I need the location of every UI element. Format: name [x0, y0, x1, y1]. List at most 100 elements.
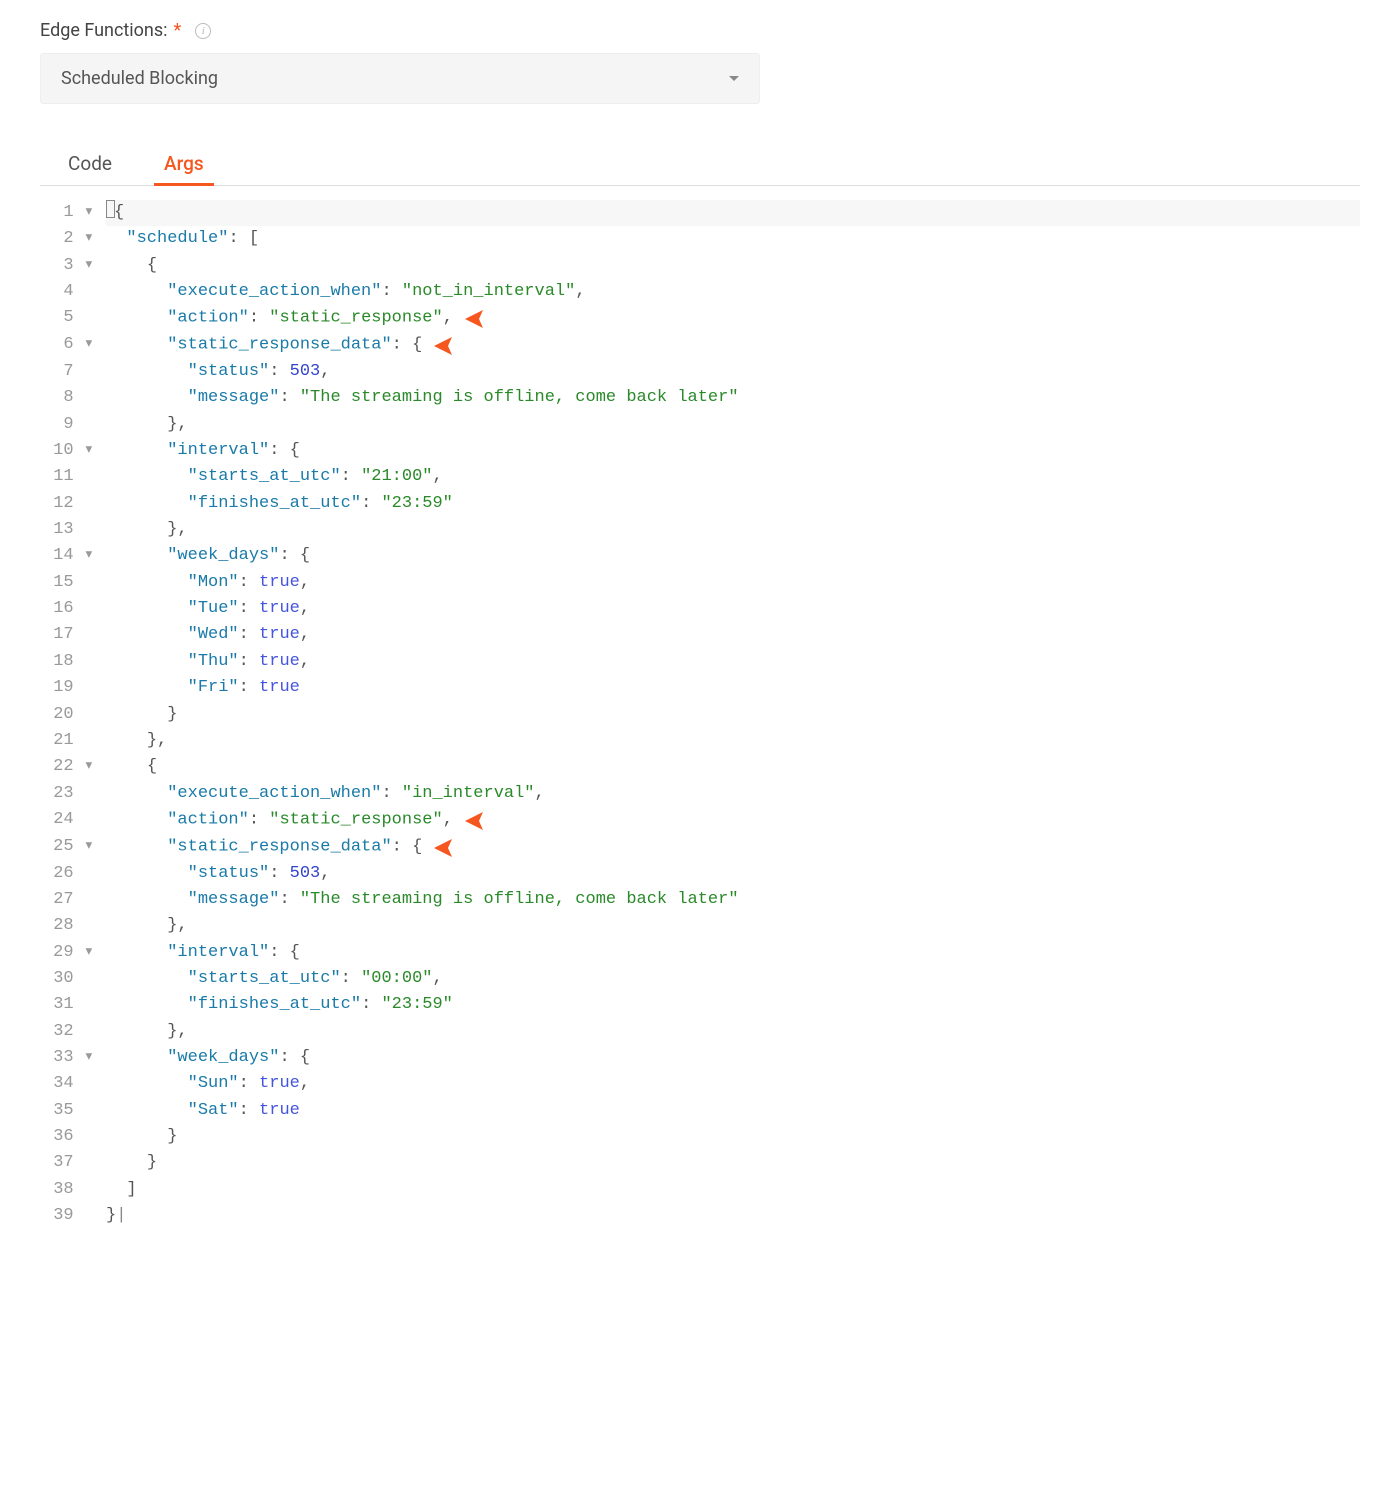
line-number: 10 ▾ — [40, 438, 106, 464]
code-content[interactable]: "finishes_at_utc": "23:59" — [106, 992, 1360, 1018]
code-content[interactable]: } — [106, 1150, 1360, 1176]
editor-line[interactable]: 25 ▾ "static_response_data": { — [40, 834, 1360, 861]
editor-line[interactable]: 16 "Tue": true, — [40, 596, 1360, 622]
code-content[interactable]: }, — [106, 517, 1360, 543]
code-content[interactable]: "execute_action_when": "not_in_interval"… — [106, 279, 1360, 305]
editor-line[interactable]: 17 "Wed": true, — [40, 622, 1360, 648]
line-number: 5 — [40, 305, 106, 331]
editor-line[interactable]: 14 ▾ "week_days": { — [40, 543, 1360, 569]
line-number: 12 — [40, 491, 106, 517]
line-number: 6 ▾ — [40, 332, 106, 358]
code-content[interactable]: { — [106, 754, 1360, 780]
editor-line[interactable]: 13 }, — [40, 517, 1360, 543]
editor-line[interactable]: 11 "starts_at_utc": "21:00", — [40, 464, 1360, 490]
code-content[interactable]: "message": "The streaming is offline, co… — [106, 887, 1360, 913]
code-content[interactable]: "message": "The streaming is offline, co… — [106, 385, 1360, 411]
code-content[interactable]: "action": "static_response", — [106, 807, 1360, 834]
code-content[interactable]: "starts_at_utc": "21:00", — [106, 464, 1360, 490]
editor-line[interactable]: 10 ▾ "interval": { — [40, 438, 1360, 464]
code-content[interactable]: "execute_action_when": "in_interval", — [106, 781, 1360, 807]
editor-line[interactable]: 18 "Thu": true, — [40, 649, 1360, 675]
editor-line[interactable]: 15 "Mon": true, — [40, 570, 1360, 596]
tab-args[interactable]: Args — [154, 144, 214, 185]
editor-line[interactable]: 29 ▾ "interval": { — [40, 940, 1360, 966]
editor-line[interactable]: 31 "finishes_at_utc": "23:59" — [40, 992, 1360, 1018]
editor-line[interactable]: 1 ▾{ — [40, 200, 1360, 226]
editor-line[interactable]: 33 ▾ "week_days": { — [40, 1045, 1360, 1071]
annotation-arrow-icon — [426, 836, 546, 860]
code-content[interactable]: "starts_at_utc": "00:00", — [106, 966, 1360, 992]
code-content[interactable]: ] — [106, 1177, 1360, 1203]
editor-line[interactable]: 22 ▾ { — [40, 754, 1360, 780]
line-number: 30 — [40, 966, 106, 992]
code-content[interactable]: "Sat": true — [106, 1098, 1360, 1124]
code-content[interactable]: "status": 503, — [106, 359, 1360, 385]
code-content[interactable]: "static_response_data": { — [106, 834, 1360, 861]
code-content[interactable]: }, — [106, 1019, 1360, 1045]
editor-line[interactable]: 28 }, — [40, 913, 1360, 939]
editor-line[interactable]: 24 "action": "static_response", — [40, 807, 1360, 834]
editor-line[interactable]: 20 } — [40, 702, 1360, 728]
code-content[interactable]: "interval": { — [106, 438, 1360, 464]
editor-line[interactable]: 38 ] — [40, 1177, 1360, 1203]
chevron-down-icon — [729, 76, 739, 81]
line-number: 15 — [40, 570, 106, 596]
code-editor[interactable]: 1 ▾{2 ▾ "schedule": [3 ▾ {4 "execute_act… — [40, 200, 1360, 1229]
code-content[interactable]: }, — [106, 412, 1360, 438]
code-content[interactable]: "week_days": { — [106, 543, 1360, 569]
code-content[interactable]: "interval": { — [106, 940, 1360, 966]
editor-line[interactable]: 37 } — [40, 1150, 1360, 1176]
editor-line[interactable]: 19 "Fri": true — [40, 675, 1360, 701]
editor-line[interactable]: 32 }, — [40, 1019, 1360, 1045]
code-content[interactable]: { — [106, 253, 1360, 279]
code-content[interactable]: "Mon": true, — [106, 570, 1360, 596]
editor-line[interactable]: 30 "starts_at_utc": "00:00", — [40, 966, 1360, 992]
code-content[interactable]: }, — [106, 913, 1360, 939]
editor-line[interactable]: 3 ▾ { — [40, 253, 1360, 279]
field-label: Edge Functions: — [40, 20, 168, 41]
code-content[interactable]: "action": "static_response", — [106, 305, 1360, 332]
code-content[interactable]: "Tue": true, — [106, 596, 1360, 622]
code-content[interactable]: "Sun": true, — [106, 1071, 1360, 1097]
editor-line[interactable]: 34 "Sun": true, — [40, 1071, 1360, 1097]
code-content[interactable]: "schedule": [ — [106, 226, 1360, 252]
code-content[interactable]: "Fri": true — [106, 675, 1360, 701]
editor-line[interactable]: 12 "finishes_at_utc": "23:59" — [40, 491, 1360, 517]
code-content[interactable]: }, — [106, 728, 1360, 754]
editor-line[interactable]: 21 }, — [40, 728, 1360, 754]
code-content[interactable]: { — [106, 200, 1360, 226]
info-icon[interactable]: i — [195, 23, 211, 39]
tab-code[interactable]: Code — [58, 144, 122, 185]
editor-line[interactable]: 9 }, — [40, 412, 1360, 438]
editor-line[interactable]: 2 ▾ "schedule": [ — [40, 226, 1360, 252]
tabs: Code Args — [40, 144, 1360, 186]
editor-line[interactable]: 27 "message": "The streaming is offline,… — [40, 887, 1360, 913]
required-indicator: * — [174, 20, 182, 41]
code-content[interactable]: "week_days": { — [106, 1045, 1360, 1071]
editor-line[interactable]: 5 "action": "static_response", — [40, 305, 1360, 332]
code-content[interactable]: } — [106, 702, 1360, 728]
code-content[interactable]: "finishes_at_utc": "23:59" — [106, 491, 1360, 517]
line-number: 29 ▾ — [40, 940, 106, 966]
editor-line[interactable]: 23 "execute_action_when": "in_interval", — [40, 781, 1360, 807]
code-content[interactable]: }| — [106, 1203, 1360, 1229]
editor-line[interactable]: 39 }| — [40, 1203, 1360, 1229]
code-content[interactable]: } — [106, 1124, 1360, 1150]
code-content[interactable]: "Thu": true, — [106, 649, 1360, 675]
editor-line[interactable]: 8 "message": "The streaming is offline, … — [40, 385, 1360, 411]
editor-line[interactable]: 6 ▾ "static_response_data": { — [40, 332, 1360, 359]
edge-function-select[interactable]: Scheduled Blocking — [40, 53, 760, 104]
line-number: 25 ▾ — [40, 834, 106, 860]
annotation-arrow-icon — [426, 334, 546, 358]
editor-line[interactable]: 4 "execute_action_when": "not_in_interva… — [40, 279, 1360, 305]
code-content[interactable]: "status": 503, — [106, 861, 1360, 887]
line-number: 37 — [40, 1150, 106, 1176]
editor-line[interactable]: 7 "status": 503, — [40, 359, 1360, 385]
code-content[interactable]: "Wed": true, — [106, 622, 1360, 648]
code-content[interactable]: "static_response_data": { — [106, 332, 1360, 359]
editor-line[interactable]: 26 "status": 503, — [40, 861, 1360, 887]
editor-line[interactable]: 35 "Sat": true — [40, 1098, 1360, 1124]
annotation-arrow-icon — [457, 307, 577, 331]
editor-line[interactable]: 36 } — [40, 1124, 1360, 1150]
line-number: 20 — [40, 702, 106, 728]
